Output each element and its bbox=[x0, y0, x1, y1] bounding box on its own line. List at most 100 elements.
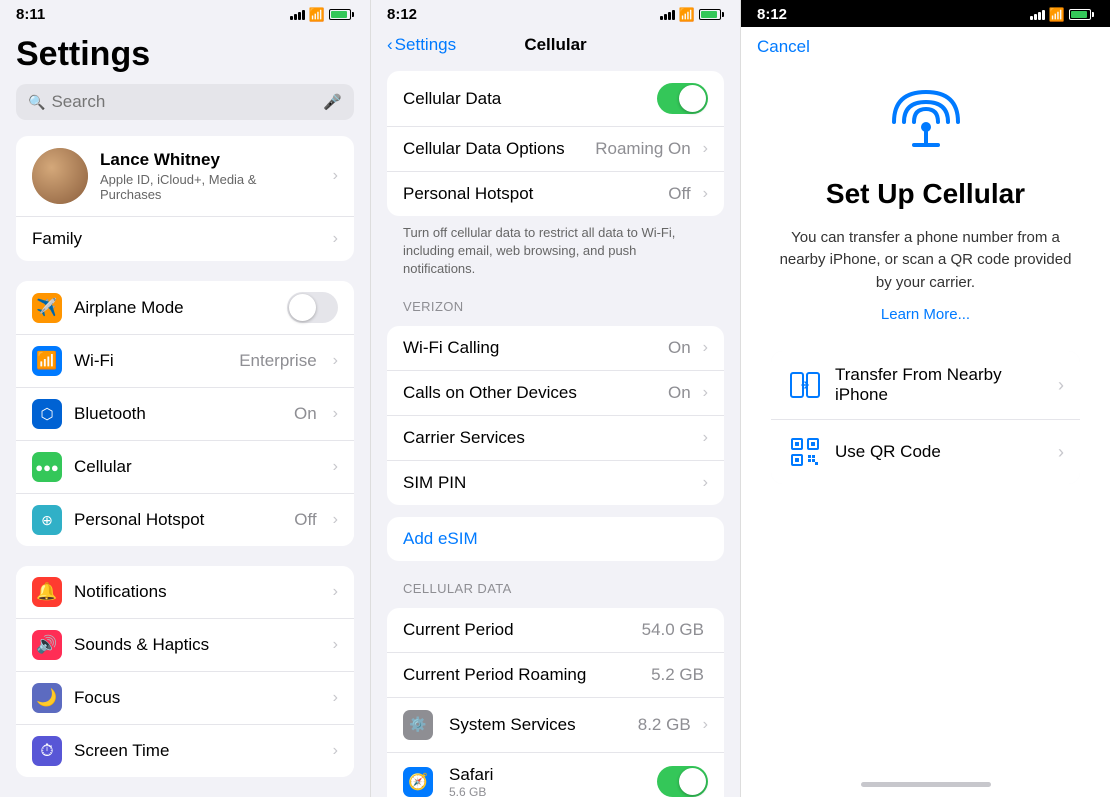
chevron-right-icon: › bbox=[333, 689, 338, 707]
personal-hotspot-label: Personal Hotspot bbox=[403, 184, 660, 204]
airplane-toggle[interactable] bbox=[287, 292, 338, 323]
carrier-services-label: Carrier Services bbox=[403, 428, 695, 448]
setup-cellular-panel: 8:12 📶 Cancel bbox=[740, 0, 1110, 797]
chevron-right-icon: › bbox=[1058, 442, 1064, 463]
cellular-data-toggle[interactable] bbox=[657, 83, 708, 114]
status-time-2: 8:12 bbox=[387, 6, 417, 23]
cellular-data-section-header: CELLULAR DATA bbox=[371, 573, 740, 600]
sounds-row[interactable]: 🔊 Sounds & Haptics › bbox=[16, 619, 354, 672]
back-button[interactable]: ‹ Settings bbox=[387, 35, 456, 55]
current-period-roaming-label: Current Period Roaming bbox=[403, 665, 643, 685]
transfer-iphone-option[interactable]: Transfer From Nearby iPhone › bbox=[771, 351, 1080, 420]
focus-row[interactable]: 🌙 Focus › bbox=[16, 672, 354, 725]
profile-subtitle: Apple ID, iCloud+, Media & Purchases bbox=[100, 172, 321, 202]
bluetooth-icon: ⬡ bbox=[32, 399, 62, 429]
safari-size: 5.6 GB bbox=[449, 785, 649, 797]
wifi-row[interactable]: 📶 Wi-Fi Enterprise › bbox=[16, 335, 354, 388]
signal-icon bbox=[660, 10, 675, 20]
verizon-section: Wi-Fi Calling On › Calls on Other Device… bbox=[387, 326, 724, 505]
signal-icon bbox=[1030, 10, 1045, 20]
learn-more-link[interactable]: Learn More... bbox=[881, 306, 970, 323]
chevron-right-icon: › bbox=[333, 458, 338, 476]
wifi-status-icon: 📶 bbox=[309, 7, 325, 23]
hotspot-value: Off bbox=[294, 510, 316, 530]
focus-label: Focus bbox=[74, 688, 321, 708]
sounds-label: Sounds & Haptics bbox=[74, 635, 321, 655]
status-bar-3: 8:12 📶 bbox=[741, 0, 1110, 27]
safari-toggle[interactable] bbox=[657, 766, 708, 797]
qr-code-option[interactable]: Use QR Code › bbox=[771, 420, 1080, 484]
current-period-roaming-value: 5.2 GB bbox=[651, 665, 704, 685]
notifications-label: Notifications bbox=[74, 582, 321, 602]
cellular-data-row[interactable]: Cellular Data bbox=[387, 71, 724, 127]
add-esim-button[interactable]: Add eSIM bbox=[387, 517, 724, 561]
chevron-right-icon: › bbox=[703, 716, 708, 734]
family-row[interactable]: Family › bbox=[16, 217, 354, 261]
cellular-icon: ●●● bbox=[32, 452, 62, 482]
wifi-calling-value: On bbox=[668, 338, 691, 358]
profile-row[interactable]: Lance Whitney Apple ID, iCloud+, Media &… bbox=[16, 136, 354, 217]
calls-other-devices-value: On bbox=[668, 383, 691, 403]
chevron-right-icon: › bbox=[703, 140, 708, 158]
bluetooth-label: Bluetooth bbox=[74, 404, 282, 424]
calls-other-devices-row[interactable]: Calls on Other Devices On › bbox=[387, 371, 724, 416]
cellular-row[interactable]: ●●● Cellular › bbox=[16, 441, 354, 494]
microphone-icon: 🎤 bbox=[323, 93, 342, 111]
qr-code-label: Use QR Code bbox=[835, 442, 1046, 462]
safari-name: Safari bbox=[449, 765, 649, 785]
search-icon: 🔍 bbox=[28, 94, 45, 111]
chevron-right-icon: › bbox=[703, 429, 708, 447]
cellular-data-options-label: Cellular Data Options bbox=[403, 139, 587, 159]
wifi-label: Wi-Fi bbox=[74, 351, 227, 371]
add-esim-section: Add eSIM bbox=[387, 517, 724, 561]
screentime-label: Screen Time bbox=[74, 741, 321, 761]
chevron-right-icon: › bbox=[703, 339, 708, 357]
safari-row[interactable]: 🧭 Safari 5.6 GB bbox=[387, 753, 724, 797]
cellular-data-options-row[interactable]: Cellular Data Options Roaming On › bbox=[387, 127, 724, 172]
transfer-iphone-label: Transfer From Nearby iPhone bbox=[835, 365, 1046, 405]
cellular-large-icon bbox=[886, 87, 966, 157]
bluetooth-row[interactable]: ⬡ Bluetooth On › bbox=[16, 388, 354, 441]
chevron-right-icon: › bbox=[333, 230, 338, 248]
personal-hotspot-value: Off bbox=[668, 184, 690, 204]
cellular-panel: 8:12 📶 ‹ Settings Cellular Cellular Dat bbox=[370, 0, 740, 797]
airplane-label: Airplane Mode bbox=[74, 298, 275, 318]
notifications-icon: 🔔 bbox=[32, 577, 62, 607]
current-period-label: Current Period bbox=[403, 620, 634, 640]
search-input[interactable] bbox=[51, 92, 317, 112]
hotspot-row[interactable]: ⊕ Personal Hotspot Off › bbox=[16, 494, 354, 546]
safari-icon: 🧭 bbox=[403, 767, 433, 797]
sim-pin-row[interactable]: SIM PIN › bbox=[387, 461, 724, 505]
data-usage-section: Current Period 54.0 GB Current Period Ro… bbox=[387, 608, 724, 797]
cancel-button[interactable]: Cancel bbox=[757, 37, 810, 56]
carrier-services-row[interactable]: Carrier Services › bbox=[387, 416, 724, 461]
network-section: ✈️ Airplane Mode 📶 Wi-Fi Enterprise › ⬡ … bbox=[16, 281, 354, 546]
qr-code-icon bbox=[787, 434, 823, 470]
airplane-mode-row[interactable]: ✈️ Airplane Mode bbox=[16, 281, 354, 335]
status-icons-1: 📶 bbox=[290, 7, 354, 23]
wifi-value: Enterprise bbox=[239, 351, 316, 371]
cellular-info-text: Turn off cellular data to restrict all d… bbox=[371, 216, 740, 291]
status-icons-2: 📶 bbox=[660, 7, 724, 23]
verizon-section-header: VERIZON bbox=[371, 291, 740, 318]
chevron-right-icon: › bbox=[703, 474, 708, 492]
screentime-row[interactable]: ⏱ Screen Time › bbox=[16, 725, 354, 777]
calls-other-devices-label: Calls on Other Devices bbox=[403, 383, 660, 403]
status-icons-3: 📶 bbox=[1030, 7, 1094, 23]
setup-title: Set Up Cellular bbox=[826, 177, 1025, 211]
wifi-status-icon: 📶 bbox=[679, 7, 695, 23]
cellular-main-section: Cellular Data Cellular Data Options Roam… bbox=[387, 71, 724, 216]
search-bar[interactable]: 🔍 🎤 bbox=[16, 84, 354, 120]
system-services-label: System Services bbox=[449, 715, 630, 735]
cancel-bar: Cancel bbox=[741, 27, 1110, 67]
battery-icon bbox=[1069, 9, 1094, 20]
notifications-row[interactable]: 🔔 Notifications › bbox=[16, 566, 354, 619]
chevron-right-icon: › bbox=[333, 742, 338, 760]
chevron-right-icon: › bbox=[333, 511, 338, 529]
personal-hotspot-row[interactable]: Personal Hotspot Off › bbox=[387, 172, 724, 216]
battery-icon bbox=[329, 9, 354, 20]
system-services-row[interactable]: ⚙️ System Services 8.2 GB › bbox=[387, 698, 724, 753]
airplane-icon: ✈️ bbox=[32, 293, 62, 323]
wifi-calling-row[interactable]: Wi-Fi Calling On › bbox=[387, 326, 724, 371]
setup-description: You can transfer a phone number from a n… bbox=[771, 227, 1080, 295]
